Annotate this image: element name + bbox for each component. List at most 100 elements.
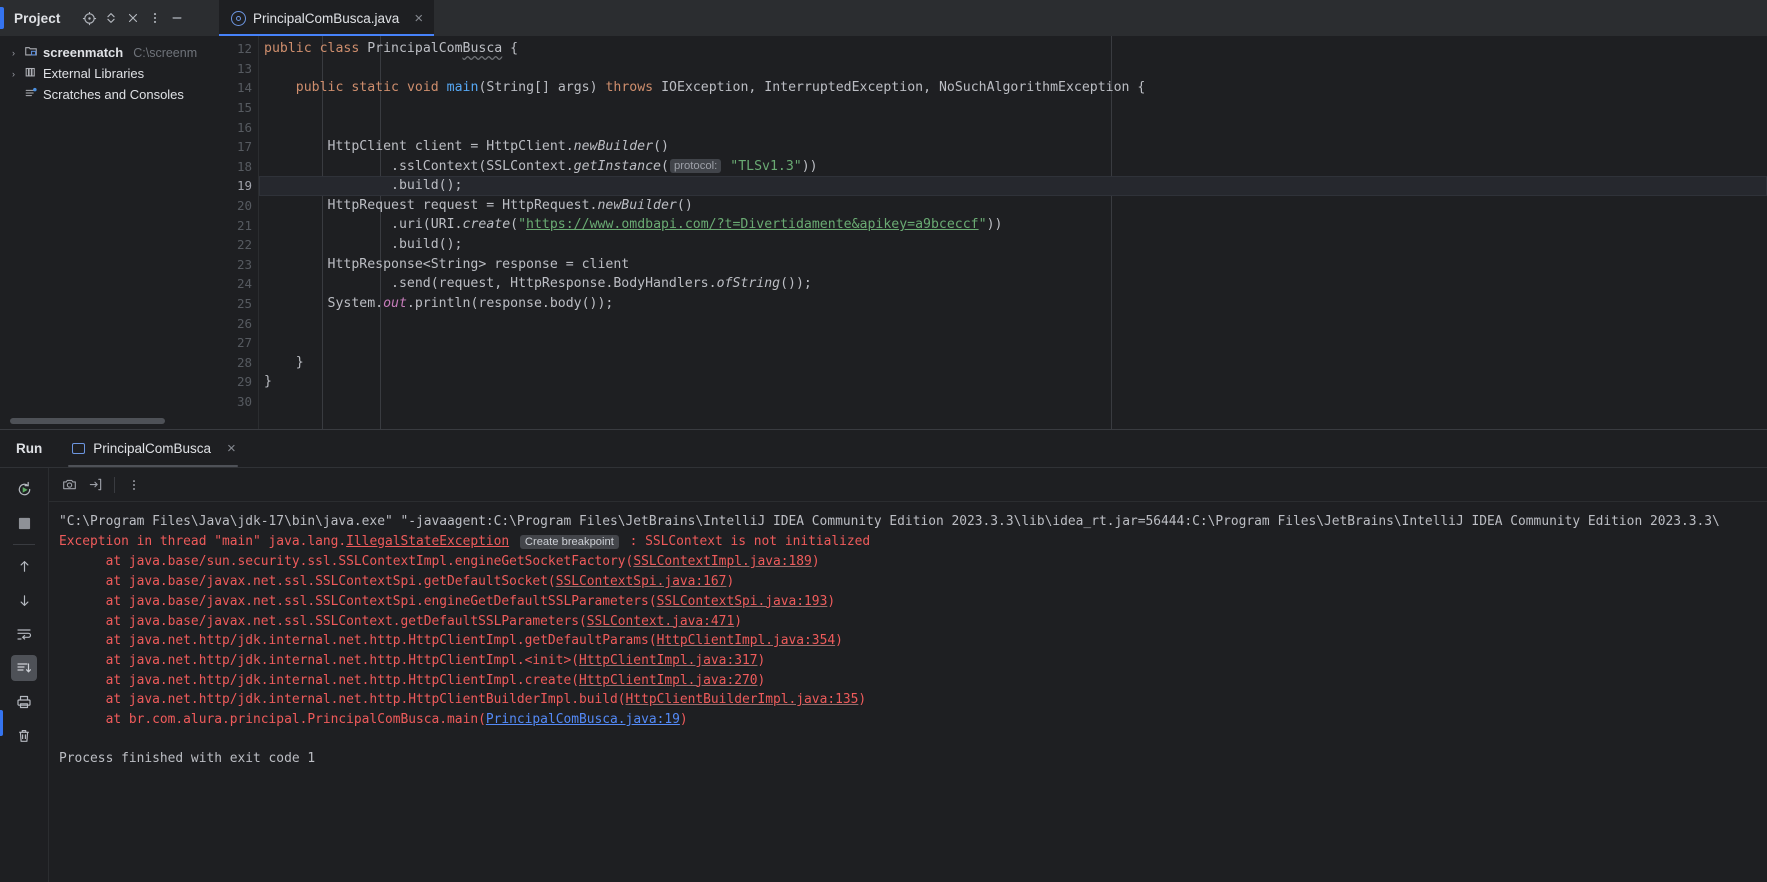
run-config-icon	[72, 443, 86, 454]
project-panel-header: Project	[4, 0, 219, 36]
project-tree-horizontal-scrollbar[interactable]	[10, 418, 165, 424]
console-toolbar	[49, 468, 1767, 502]
tree-item-label: Scratches and Consoles	[43, 87, 184, 102]
gutter-line-number[interactable]: 24	[200, 274, 258, 294]
code-area[interactable]: public class PrincipalComBusca { public …	[258, 36, 1767, 429]
code-line[interactable]: public static void main(String[] args) t…	[259, 78, 1767, 98]
scratches-icon	[24, 86, 38, 103]
editor-tab-label: PrincipalComBusca.java	[253, 10, 400, 26]
code-line[interactable]: .build();	[259, 235, 1767, 255]
editor-tab-close-icon[interactable]: ×	[414, 11, 423, 26]
toolbar-divider	[13, 544, 35, 545]
console-error-line: at java.net.http/jdk.internal.net.http.H…	[59, 633, 843, 649]
console-error-line: at java.net.http/jdk.internal.net.http.H…	[59, 652, 766, 668]
run-side-toolbar	[0, 468, 49, 882]
console-error-line: at java.base/sun.security.ssl.SSLContext…	[59, 554, 820, 570]
gutter-line-number[interactable]: 18	[200, 157, 258, 177]
tree-item-scratches-and-consoles[interactable]: Scratches and Consoles	[0, 84, 199, 105]
gutter-line-number[interactable]: 14	[200, 78, 273, 98]
soft-wrap-icon[interactable]	[11, 621, 37, 647]
run-tab-active-underline	[68, 465, 238, 467]
tree-item-screenmatch[interactable]: › screenmatch C:\screenm	[0, 42, 199, 63]
gutter-line-number[interactable]: 12	[200, 39, 273, 59]
gutter-line-number[interactable]: 13	[200, 59, 258, 79]
tree-item-external-libraries[interactable]: › External Libraries	[0, 63, 199, 84]
trash-icon[interactable]	[11, 723, 37, 749]
scroll-up-icon[interactable]	[11, 553, 37, 579]
code-line[interactable]: }	[259, 372, 1767, 392]
gutter-line-number[interactable]: 20	[200, 196, 258, 216]
stop-icon[interactable]	[11, 510, 37, 536]
project-panel-title: Project	[14, 10, 61, 26]
more-options-icon[interactable]	[122, 473, 146, 497]
code-line[interactable]: HttpRequest request = HttpRequest.newBui…	[259, 196, 1767, 216]
console-error-line: at java.base/javax.net.ssl.SSLContextSpi…	[59, 593, 836, 609]
console-error-line: at java.net.http/jdk.internal.net.http.H…	[59, 692, 867, 708]
scroll-down-icon[interactable]	[11, 587, 37, 613]
code-line[interactable]	[259, 333, 1767, 353]
console-error-line: at br.com.alura.principal.PrincipalComBu…	[59, 712, 688, 728]
code-editor: 12 13 14 15 16 17 18 19 20 21 22 23 24 25 26 27 28 29 30 p…	[200, 36, 1767, 429]
run-tab-close-icon[interactable]: ×	[227, 441, 236, 456]
code-line[interactable]	[259, 313, 1767, 333]
tree-item-label: screenmatch	[43, 45, 124, 60]
editor-gutter: 12 13 14 15 16 17 18 19 20 21 22 23 24 25 26 27 28 29 30	[200, 36, 273, 429]
intellij-window: Project PrincipalComBusca.java × › scree…	[0, 0, 1767, 882]
code-line[interactable]	[259, 98, 1767, 118]
console-error-line: at java.base/javax.net.ssl.SSLContext.ge…	[59, 613, 742, 629]
console-error-line: at java.net.http/jdk.internal.net.http.H…	[59, 672, 766, 688]
gutter-line-number[interactable]: 26	[200, 313, 258, 333]
run-tab-label: PrincipalComBusca	[93, 441, 212, 456]
module-folder-icon	[24, 44, 38, 61]
minimize-icon[interactable]	[166, 7, 188, 29]
gutter-line-number[interactable]: 15	[200, 98, 258, 118]
gutter-line-number[interactable]: 16	[200, 117, 258, 137]
code-line[interactable]: .sslContext(SSLContext.getInstance(proto…	[259, 157, 1767, 177]
chevron-right-icon[interactable]: ›	[8, 48, 19, 58]
rerun-icon[interactable]	[11, 476, 37, 502]
editor-tab-principalcombusca[interactable]: PrincipalComBusca.java ×	[219, 0, 435, 36]
console-output[interactable]: "C:\Program Files\Java\jdk-17\bin\java.e…	[49, 502, 1767, 882]
expand-collapse-icon[interactable]	[100, 7, 122, 29]
code-line[interactable]	[259, 59, 1767, 79]
top-bar: Project PrincipalComBusca.java ×	[0, 0, 1767, 36]
code-line[interactable]: }	[259, 353, 1767, 373]
code-line[interactable]: HttpClient client = HttpClient.newBuilde…	[259, 137, 1767, 157]
left-edge-tool-window-handle[interactable]	[0, 710, 3, 736]
gutter-line-number[interactable]: 19	[200, 176, 258, 196]
run-tab-bar: Run PrincipalComBusca ×	[0, 430, 1767, 468]
editor-tab-bar: PrincipalComBusca.java ×	[219, 0, 1767, 36]
code-line[interactable]: .uri(URI.create("https://www.omdbapi.com…	[259, 215, 1767, 235]
gutter-line-number[interactable]: 21	[200, 215, 258, 235]
gutter-line-number[interactable]: 28	[200, 353, 258, 373]
gutter-line-number[interactable]: 27	[200, 333, 258, 353]
gutter-line-number[interactable]: 29	[200, 372, 258, 392]
print-icon[interactable]	[11, 689, 37, 715]
export-icon[interactable]	[83, 473, 107, 497]
gutter-line-number[interactable]: 25	[200, 294, 258, 314]
run-body: "C:\Program Files\Java\jdk-17\bin\java.e…	[0, 468, 1767, 882]
scroll-to-end-icon[interactable]	[11, 655, 37, 681]
code-line[interactable]: .send(request, HttpResponse.BodyHandlers…	[259, 274, 1767, 294]
code-line[interactable]: .build();	[259, 176, 1767, 196]
code-line[interactable]: HttpResponse<String> response = client	[259, 255, 1767, 275]
camera-icon[interactable]	[57, 473, 81, 497]
gutter-line-number[interactable]: 23	[200, 255, 258, 275]
locate-icon[interactable]	[78, 7, 100, 29]
close-icon[interactable]	[122, 7, 144, 29]
code-line[interactable]: System.out.println(response.body());	[259, 294, 1767, 314]
more-options-icon[interactable]	[144, 7, 166, 29]
editor-region: › screenmatch C:\screenm › External Libr…	[0, 36, 1767, 429]
code-line[interactable]	[259, 117, 1767, 137]
code-line[interactable]: public class PrincipalComBusca {	[259, 39, 1767, 59]
chevron-right-icon[interactable]: ›	[8, 69, 19, 79]
gutter-line-number[interactable]: 22	[200, 235, 258, 255]
code-line[interactable]	[259, 392, 1767, 412]
run-tab-principalcombusca[interactable]: PrincipalComBusca ×	[60, 430, 246, 467]
toolbar-divider	[114, 476, 115, 493]
tree-item-label: External Libraries	[43, 66, 145, 81]
gutter-line-number[interactable]: 17	[200, 137, 258, 157]
gutter-line-number[interactable]: 30	[200, 392, 258, 412]
console-error-line: Exception in thread "main" java.lang.Ill…	[59, 533, 871, 549]
